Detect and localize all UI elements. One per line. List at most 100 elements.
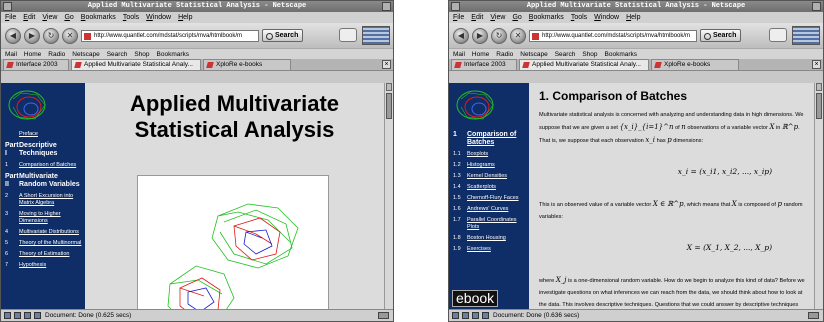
menu-help[interactable]: Help xyxy=(626,12,640,23)
stop-button[interactable]: ✕ xyxy=(62,27,78,44)
forward-button[interactable]: ▶ xyxy=(472,27,488,44)
window-menu-icon[interactable] xyxy=(3,2,12,11)
menu-edit[interactable]: Edit xyxy=(23,12,35,23)
maximize-icon[interactable] xyxy=(812,2,821,11)
menu-file[interactable]: File xyxy=(5,12,16,23)
item-link[interactable]: A Short Excursion into Matrix Algebra xyxy=(19,193,83,207)
item-link[interactable]: Multivariate Distributions xyxy=(19,229,79,236)
item-link[interactable]: Preface xyxy=(19,131,38,138)
toolbar-home[interactable]: Home xyxy=(24,49,41,59)
back-button[interactable]: ◀ xyxy=(5,27,21,44)
title-bar[interactable]: Applied Multivariate Statistical Analysi… xyxy=(449,1,823,12)
tab-xplore-ebooks[interactable]: XploRe e-books xyxy=(203,59,291,70)
url-field[interactable]: http://www.quantlet.com/mdstat/scripts/m… xyxy=(529,29,697,42)
sidebar-item-1-7[interactable]: 1.7 Parallel Coordinates Plots xyxy=(453,217,527,231)
close-tab-icon[interactable]: × xyxy=(812,60,821,69)
toolbar-netscape[interactable]: Netscape xyxy=(520,49,547,59)
item-link[interactable]: Comparison of Batches xyxy=(467,131,527,147)
sidebar-item-4[interactable]: 4 Multivariate Distributions xyxy=(5,229,83,236)
tab-applied-multivariate[interactable]: Applied Multivariate Statistical Analy..… xyxy=(71,59,201,70)
toolbar-bookmarks[interactable]: Bookmarks xyxy=(157,49,190,59)
sidebar-item-5[interactable]: 5 Theory of the Multinormal xyxy=(5,240,83,247)
sidebar-item-1[interactable]: 1 Comparison of Batches xyxy=(5,162,83,169)
reload-button[interactable]: ↻ xyxy=(43,27,59,44)
toolbar-mail[interactable]: Mail xyxy=(5,49,17,59)
search-button[interactable]: Search xyxy=(262,29,304,42)
reload-button[interactable]: ↻ xyxy=(491,27,507,44)
toolbar-shop[interactable]: Shop xyxy=(134,49,149,59)
sidebar-item-1-4[interactable]: 1.4 Scatterplots xyxy=(453,184,527,191)
toolbar-search[interactable]: Search xyxy=(555,49,576,59)
sidebar-chapter-1[interactable]: 1 Comparison of Batches xyxy=(453,131,527,147)
menu-view[interactable]: View xyxy=(42,12,57,23)
scroll-thumb[interactable] xyxy=(816,93,822,119)
toolbar-bookmarks[interactable]: Bookmarks xyxy=(605,49,638,59)
navigator-icon[interactable] xyxy=(4,312,11,319)
vertical-scrollbar[interactable] xyxy=(384,83,393,309)
url-field[interactable]: http://www.quantlet.com/mdstat/scripts/m… xyxy=(81,29,259,42)
tab-xplore-ebooks[interactable]: XploRe e-books xyxy=(651,59,739,70)
item-link[interactable]: Boxplots xyxy=(467,151,488,158)
search-button[interactable]: Search xyxy=(700,29,742,42)
toolbar-search[interactable]: Search xyxy=(107,49,128,59)
ebook-logo[interactable]: ebook xyxy=(452,290,499,307)
tab-applied-multivariate[interactable]: Applied Multivariate Statistical Analy..… xyxy=(519,59,649,70)
menu-go[interactable]: Go xyxy=(64,12,73,23)
item-link[interactable]: Moving to Higher Dimensions xyxy=(19,211,83,225)
menu-window[interactable]: Window xyxy=(594,12,619,23)
toolbar-radio[interactable]: Radio xyxy=(48,49,65,59)
print-icon[interactable] xyxy=(339,28,357,42)
mail-icon[interactable] xyxy=(14,312,21,319)
item-link[interactable]: Andrews' Curves xyxy=(467,206,508,213)
sidebar-item-1-6[interactable]: 1.6 Andrews' Curves xyxy=(453,206,527,213)
window-menu-icon[interactable] xyxy=(451,2,460,11)
tab-interface-2003[interactable]: Interface 2003 xyxy=(3,59,69,70)
item-link[interactable]: Comparison of Batches xyxy=(19,162,76,169)
composer-icon[interactable] xyxy=(472,312,479,319)
menu-tools[interactable]: Tools xyxy=(123,12,139,23)
chat-icon[interactable] xyxy=(34,312,41,319)
item-link[interactable]: Boston Housing xyxy=(467,235,506,242)
stop-button[interactable]: ✕ xyxy=(510,27,526,44)
sidebar-item-1-2[interactable]: 1.2 Histograms xyxy=(453,162,527,169)
menu-view[interactable]: View xyxy=(490,12,505,23)
scroll-up-icon[interactable] xyxy=(816,83,822,91)
toolbar-shop[interactable]: Shop xyxy=(582,49,597,59)
menu-go[interactable]: Go xyxy=(512,12,521,23)
sidebar-item-7[interactable]: 7 Hypothesis xyxy=(5,262,83,269)
back-button[interactable]: ◀ xyxy=(453,27,469,44)
sidebar-item-1-5[interactable]: 1.5 Chernoff-Flury Faces xyxy=(453,195,527,202)
toolbar-netscape[interactable]: Netscape xyxy=(72,49,99,59)
menu-edit[interactable]: Edit xyxy=(471,12,483,23)
menu-help[interactable]: Help xyxy=(178,12,192,23)
mail-icon[interactable] xyxy=(462,312,469,319)
toolbar-radio[interactable]: Radio xyxy=(496,49,513,59)
menu-bookmarks[interactable]: Bookmarks xyxy=(81,12,116,23)
maximize-icon[interactable] xyxy=(382,2,391,11)
item-link[interactable]: Chernoff-Flury Faces xyxy=(467,195,519,202)
sidebar-item-preface[interactable]: Preface xyxy=(5,131,83,138)
security-icon[interactable] xyxy=(808,312,819,319)
composer-icon[interactable] xyxy=(24,312,31,319)
close-tab-icon[interactable]: × xyxy=(382,60,391,69)
item-link[interactable]: Kernel Densities xyxy=(467,173,507,180)
item-link[interactable]: Exercises xyxy=(467,246,491,253)
item-link[interactable]: Parallel Coordinates Plots xyxy=(467,217,527,231)
print-icon[interactable] xyxy=(769,28,787,42)
menu-tools[interactable]: Tools xyxy=(571,12,587,23)
menu-file[interactable]: File xyxy=(453,12,464,23)
security-icon[interactable] xyxy=(378,312,389,319)
item-link[interactable]: Histograms xyxy=(467,162,495,169)
chat-icon[interactable] xyxy=(482,312,489,319)
title-bar[interactable]: Applied Multivariate Statistical Analysi… xyxy=(1,1,393,12)
item-link[interactable]: Theory of Estimation xyxy=(19,251,69,258)
toolbar-mail[interactable]: Mail xyxy=(453,49,465,59)
toolbar-home[interactable]: Home xyxy=(472,49,489,59)
scroll-up-icon[interactable] xyxy=(386,83,392,91)
item-link[interactable]: Scatterplots xyxy=(467,184,496,191)
sidebar-item-3[interactable]: 3 Moving to Higher Dimensions xyxy=(5,211,83,225)
sidebar-item-6[interactable]: 6 Theory of Estimation xyxy=(5,251,83,258)
navigator-icon[interactable] xyxy=(452,312,459,319)
sidebar-item-1-1[interactable]: 1.1 Boxplots xyxy=(453,151,527,158)
netscape-throbber-icon[interactable] xyxy=(362,26,390,45)
